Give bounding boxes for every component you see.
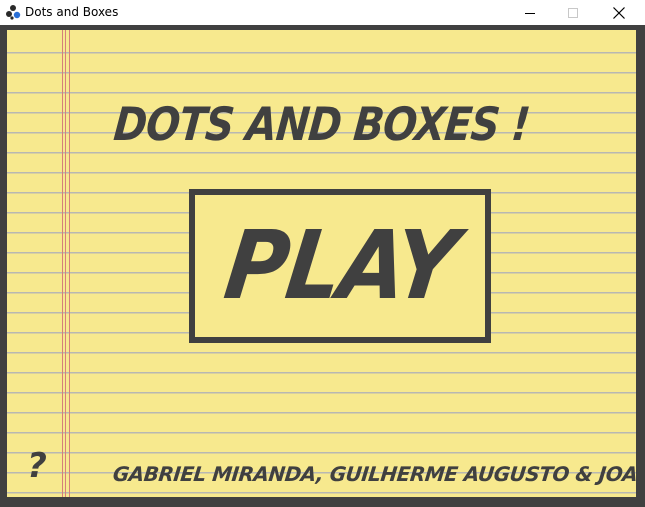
game-title: DOTS AND BOXES ! (111, 98, 532, 152)
play-button[interactable]: PLAY (189, 189, 491, 343)
window-titlebar[interactable]: Dots and Boxes (0, 0, 645, 25)
maximize-icon (568, 7, 578, 18)
notebook-paper-background: DOTS AND BOXES ! PLAY ? GABRIEL MIRANDA,… (7, 30, 636, 497)
play-button-label: PLAY (218, 211, 462, 321)
game-frame: DOTS AND BOXES ! PLAY ? GABRIEL MIRANDA,… (0, 25, 645, 507)
help-button[interactable]: ? (25, 446, 49, 486)
close-button[interactable] (596, 0, 642, 25)
maximize-button[interactable] (550, 0, 596, 25)
dots-boxes-app-icon (6, 5, 21, 20)
credits-text: GABRIEL MIRANDA, GUILHERME AUGUSTO & JOA… (111, 462, 636, 486)
minimize-button[interactable] (507, 0, 553, 25)
window-title: Dots and Boxes (25, 5, 119, 19)
close-icon (613, 6, 625, 19)
minimize-icon (525, 12, 535, 14)
